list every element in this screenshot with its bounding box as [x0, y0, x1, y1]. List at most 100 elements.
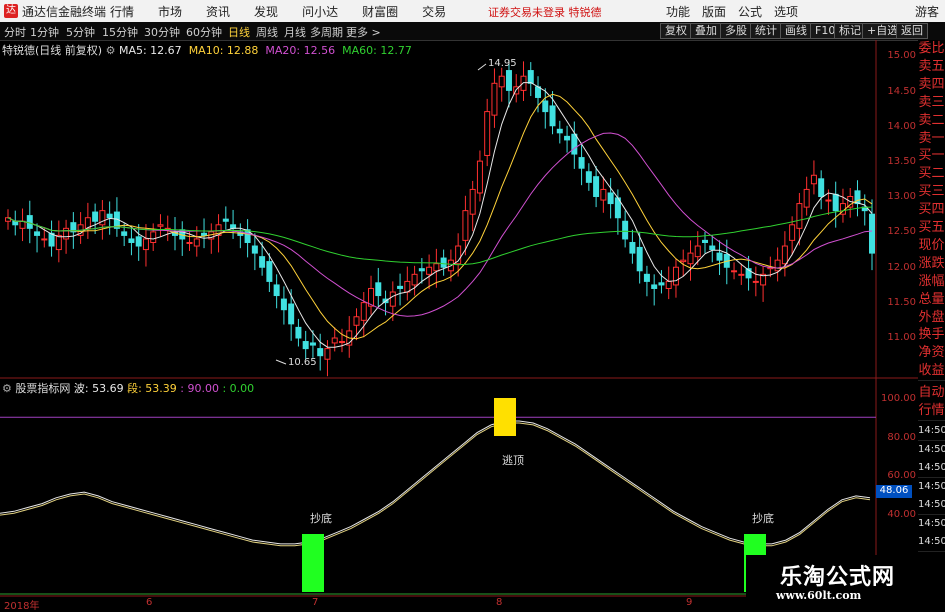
candle-body: [338, 341, 345, 344]
stock-chart[interactable]: [0, 0, 945, 609]
watermark: 乐淘公式网 www.60lt.com: [746, 555, 945, 609]
ma20-line: [7, 132, 873, 317]
candle-body: [150, 231, 157, 243]
candle-body: [433, 263, 440, 272]
side-panel-item: 净资: [918, 344, 945, 364]
side-panel-item: 买三: [918, 183, 945, 203]
candle-body: [549, 105, 556, 127]
candle-body: [469, 188, 476, 215]
candle-body: [157, 224, 164, 227]
ma10-line: [7, 93, 873, 340]
price-axis-label: 14.50: [887, 86, 916, 97]
candle-body: [658, 282, 665, 286]
candle-body: [280, 298, 287, 311]
indicator-current-value: 48.06: [876, 485, 912, 498]
candle-body: [607, 192, 614, 205]
candle-body: [331, 337, 338, 344]
candle-body: [259, 256, 266, 268]
side-panel-time: 14:50: [918, 477, 945, 497]
candle-body: [288, 303, 295, 325]
signal-bottom-label: 抄底: [752, 512, 774, 525]
side-panel-time: 14:50: [918, 514, 945, 534]
candle-body: [491, 82, 498, 116]
price-axis-label: 12.50: [887, 226, 916, 237]
candle-body: [201, 232, 208, 236]
candle-body: [709, 245, 716, 251]
candle-body: [389, 291, 396, 307]
candle-body: [92, 211, 99, 222]
candle-body: [418, 268, 425, 272]
side-panel-item: 卖一: [918, 129, 945, 149]
date-axis-label: 9: [686, 597, 693, 608]
side-panel-item: 卖三: [918, 93, 945, 113]
candle-body: [26, 215, 33, 229]
date-axis-label: 8: [496, 597, 503, 608]
high-annotation: 14.95: [488, 58, 517, 69]
bottom-signal-bar: [302, 534, 324, 592]
candle-body: [542, 100, 549, 113]
candle-body: [578, 157, 585, 169]
candle-body: [142, 238, 149, 251]
candle-body: [680, 259, 687, 263]
candle-body: [128, 238, 135, 243]
candle-body: [476, 160, 483, 194]
candle-body: [687, 252, 694, 265]
candle-body: [505, 70, 512, 91]
price-axis-label: 13.00: [887, 191, 916, 202]
top-signal-bar: [494, 398, 516, 436]
candle-body: [796, 203, 803, 229]
candle-body: [665, 280, 672, 289]
side-panel-item: 涨幅: [918, 272, 945, 292]
side-panel-item: 卖二: [918, 111, 945, 131]
candle-body: [426, 266, 433, 275]
wave-line: [0, 420, 871, 545]
candle-body: [643, 273, 650, 282]
candle-body: [266, 261, 273, 282]
side-panel-time: 14:50: [918, 459, 945, 478]
low-leader: [275, 359, 287, 365]
side-panel-item: 总量: [918, 290, 945, 310]
candle-body: [498, 75, 505, 88]
candle-body: [600, 188, 607, 201]
candle-body: [106, 213, 113, 219]
candle-body: [273, 284, 280, 297]
candle-body: [535, 86, 542, 98]
side-panel-item: 自动: [918, 384, 945, 403]
price-axis-label: 14.00: [887, 121, 916, 132]
candle-body: [672, 266, 679, 286]
price-axis-label: 11.00: [887, 332, 916, 343]
side-panel-item: 卖四: [918, 75, 945, 95]
side-panel-item: 涨跌: [918, 254, 945, 274]
candle-body: [694, 245, 701, 258]
low-annotation: 10.65: [288, 357, 317, 368]
candle-body: [803, 188, 810, 208]
side-panel-item: 行情: [918, 402, 945, 421]
candle-body: [622, 220, 629, 240]
side-panel-item: 换手: [918, 326, 945, 346]
candle-body: [295, 326, 302, 339]
side-panel-time: 14:50: [918, 533, 945, 552]
signal-top-label: 逃顶: [502, 454, 524, 467]
segment-line: [0, 422, 871, 547]
candle-body: [527, 70, 534, 84]
candle-body: [716, 252, 723, 261]
indicator-axis-label: 60.00: [887, 470, 916, 481]
candle-body: [484, 111, 491, 156]
side-panel-item: 收益: [918, 362, 945, 382]
candle-body: [222, 218, 229, 222]
candle-body: [564, 135, 571, 141]
price-axis-label: 12.00: [887, 262, 916, 273]
candle-body: [752, 280, 759, 283]
candle-body: [629, 241, 636, 254]
candle-body: [462, 210, 469, 241]
candle-body: [34, 231, 41, 236]
side-panel-item: 买四: [918, 201, 945, 221]
candle-body: [825, 199, 832, 202]
candle-body: [309, 342, 316, 346]
date-axis-label: 2018年: [4, 601, 40, 612]
side-panel-time: 14:50: [918, 496, 945, 515]
price-axis-label: 13.50: [887, 156, 916, 167]
candle-body: [302, 341, 309, 350]
price-axis-label: 11.50: [887, 297, 916, 308]
side-panel-item: 买五: [918, 219, 945, 238]
